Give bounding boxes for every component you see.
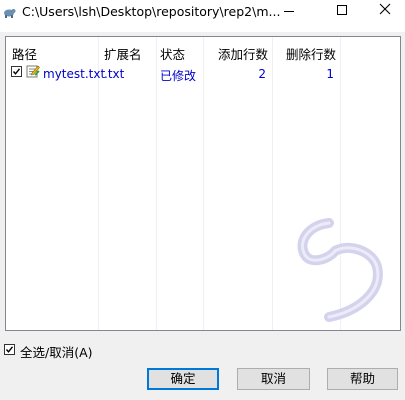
maximize-button[interactable]	[320, 0, 366, 30]
changed-files-list[interactable]: 路径 扩展名 状态 添加行数 删除行数 mytest.txt .txt 已修改 …	[5, 36, 401, 331]
lines-removed-count: 1	[326, 67, 334, 81]
lines-added-count: 2	[258, 67, 266, 81]
column-header-lines-added[interactable]: 添加行数	[218, 44, 268, 63]
column-separator	[156, 37, 157, 330]
column-separator	[272, 37, 273, 330]
title-bar: C:\Users\lsh\Desktop\repository\rep2\m..…	[0, 0, 405, 32]
checkmark-icon	[12, 68, 21, 75]
close-icon	[379, 3, 391, 15]
column-header-extension[interactable]: 扩展名	[104, 44, 142, 63]
checkmark-icon	[5, 346, 14, 353]
tortoise-app-icon	[4, 9, 16, 18]
select-all-label: 全选/取消(A)	[20, 345, 93, 360]
column-separator	[203, 37, 204, 330]
modified-file-icon	[26, 65, 40, 78]
file-status: 已修改	[160, 69, 197, 83]
column-header-status[interactable]: 状态	[160, 44, 185, 63]
cancel-button[interactable]: 取消	[237, 368, 310, 390]
minimize-button[interactable]	[267, 0, 313, 30]
ok-button[interactable]: 确定	[147, 368, 219, 390]
column-header-path[interactable]: 路径	[12, 44, 37, 63]
window-title: C:\Users\lsh\Desktop\repository\rep2\m..…	[22, 4, 281, 19]
help-button[interactable]: 帮助	[327, 368, 398, 390]
tortoise-watermark-icon	[297, 218, 383, 322]
row-checkbox[interactable]	[11, 66, 22, 77]
file-path: mytest.txt	[43, 67, 106, 81]
file-extension: .txt	[104, 67, 125, 81]
column-header-lines-removed[interactable]: 删除行数	[286, 44, 336, 63]
select-all-checkbox[interactable]	[4, 344, 15, 355]
close-button[interactable]	[365, 0, 405, 30]
